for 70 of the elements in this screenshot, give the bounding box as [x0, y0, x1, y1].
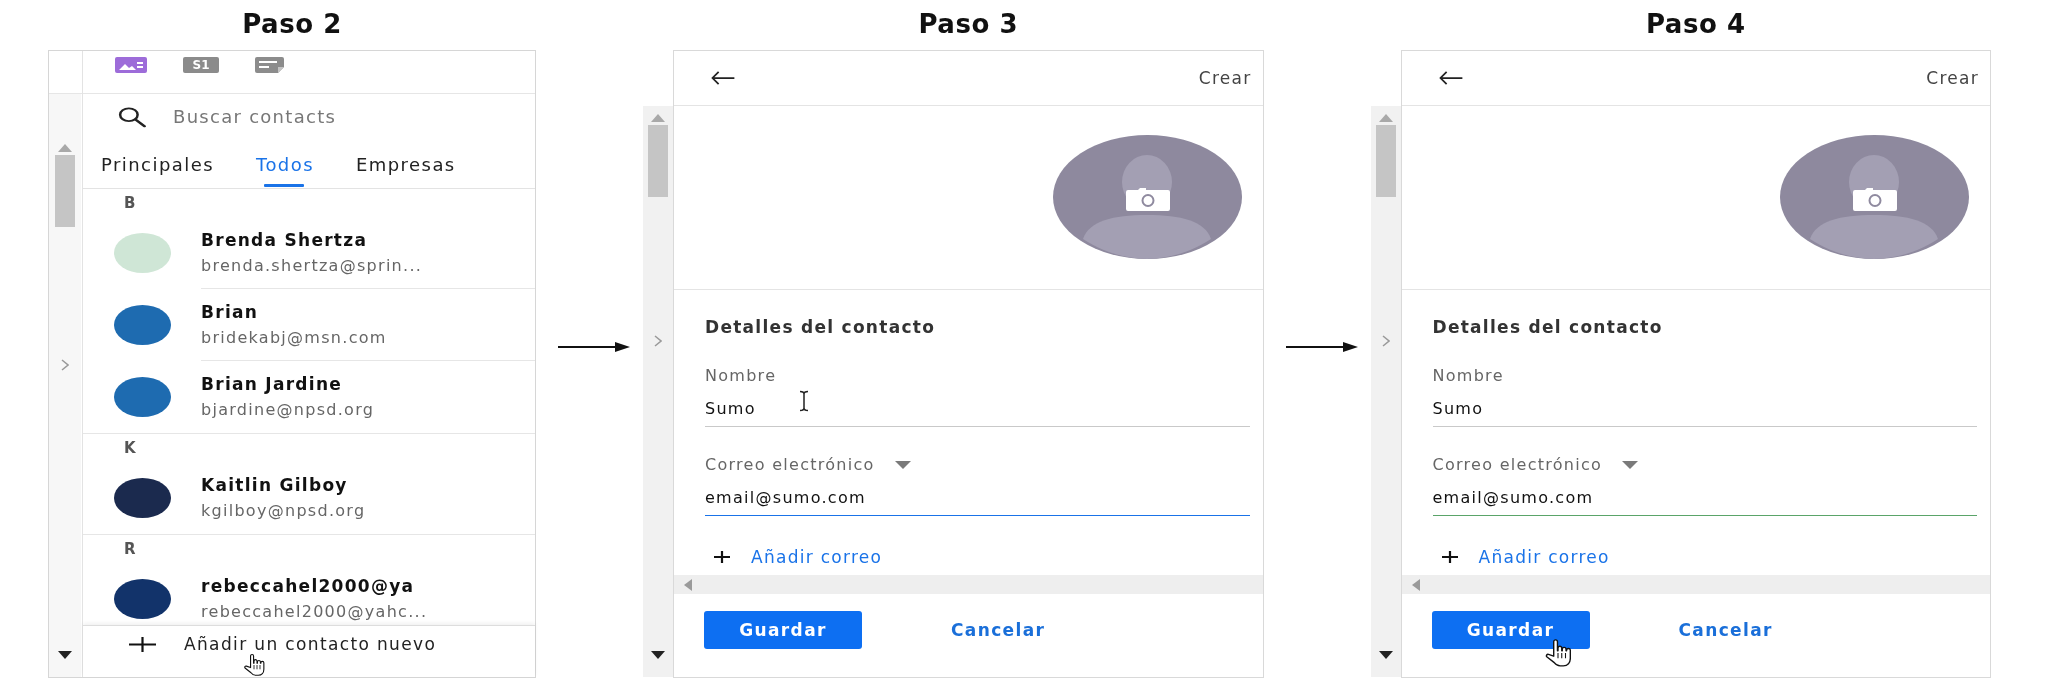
contact-name[interactable]: Kaitlin Gilboy	[201, 474, 348, 496]
primary-button[interactable]: Guardar	[704, 611, 862, 649]
contact-name[interactable]: Brian	[201, 300, 259, 323]
text-field[interactable]: Sumo	[705, 390, 1250, 427]
scroll-up-icon[interactable]	[651, 114, 665, 122]
horizontal-scrollbar[interactable]	[1401, 575, 1990, 594]
header-title: Crear	[1198, 68, 1252, 88]
contact-email: bridekabj@msn.com	[201, 326, 387, 349]
field-label: Nombre	[705, 366, 777, 386]
right-arrow-icon	[558, 341, 630, 353]
tab[interactable]: Principales	[91, 139, 224, 188]
contact-name[interactable]: Brian Jardine	[201, 373, 343, 395]
contact-name[interactable]: rebeccahel2000@ya	[201, 575, 415, 597]
scrollbar-thumb[interactable]	[1375, 125, 1396, 197]
right-arrow-icon	[1285, 341, 1358, 353]
scroll-down-icon[interactable]	[651, 651, 665, 659]
step-title: Paso 3	[918, 9, 1018, 41]
scroll-up-icon[interactable]	[1378, 114, 1393, 122]
text-field[interactable]: Sumo	[1432, 390, 1977, 427]
chevron-right-icon[interactable]	[61, 359, 69, 371]
tab[interactable]: Empresas	[345, 139, 466, 188]
step-title: Paso 2	[242, 9, 342, 41]
image-card-icon[interactable]	[115, 57, 147, 73]
scroll-left-icon[interactable]	[684, 578, 692, 591]
section-heading: Detalles del contacto	[705, 317, 936, 337]
primary-button[interactable]: Guardar	[1431, 611, 1590, 649]
field-label: Correo electrónico	[1432, 455, 1603, 475]
scrollbar-thumb[interactable]	[55, 155, 75, 227]
arrow-left-icon[interactable]	[1437, 71, 1464, 85]
plus-icon[interactable]	[1441, 551, 1458, 563]
tab[interactable]: Todos	[246, 139, 324, 188]
scroll-left-icon[interactable]	[1411, 578, 1420, 591]
chevron-right-icon[interactable]	[1381, 335, 1390, 347]
caret-down-icon[interactable]	[1622, 461, 1639, 469]
add-contact-button[interactable]: Añadir un contacto nuevo	[83, 626, 535, 677]
plus-icon	[129, 637, 156, 652]
field-label: Nombre	[1432, 366, 1504, 386]
chevron-right-icon[interactable]	[654, 335, 662, 347]
caret-down-icon[interactable]	[894, 461, 911, 469]
avatar-placeholder[interactable]	[1052, 135, 1242, 259]
horizontal-scrollbar[interactable]	[674, 575, 1263, 594]
text-button[interactable]: Cancelar	[1678, 611, 1773, 649]
scroll-up-icon[interactable]	[58, 144, 72, 152]
section-letter: R	[124, 540, 137, 558]
email-field[interactable]: email@sumo.com	[1432, 479, 1977, 516]
camera-icon	[1853, 187, 1897, 211]
scroll-down-icon[interactable]	[1378, 651, 1393, 659]
section-heading: Detalles del contacto	[1432, 317, 1663, 337]
contact-email: brenda.shertza@sprin...	[201, 254, 423, 277]
section-letter: B	[124, 194, 137, 212]
add-email-link[interactable]: Añadir correo	[751, 546, 883, 568]
contact-email: kgilboy@npsd.org	[201, 500, 366, 522]
contact-name[interactable]: Brenda Shertza	[201, 228, 368, 251]
scroll-down-icon[interactable]	[58, 651, 72, 659]
field-label: Correo electrónico	[705, 455, 875, 475]
avatar-placeholder[interactable]	[1780, 135, 1969, 259]
search-icon	[117, 105, 147, 128]
search-field[interactable]: Buscar contacts	[83, 94, 535, 139]
email-field[interactable]: email@sumo.com	[705, 479, 1250, 516]
contact-email: bjardine@npsd.org	[201, 399, 375, 421]
section-letter: K	[124, 439, 137, 457]
add-email-link[interactable]: Añadir correo	[1478, 546, 1610, 568]
step-title: Paso 4	[1646, 9, 1746, 41]
plus-icon[interactable]	[714, 551, 730, 563]
scrollbar-thumb[interactable]	[648, 125, 668, 197]
header-title: Crear	[1926, 68, 1979, 88]
contact-email: rebeccahel2000@yahc...	[201, 601, 428, 623]
text-button[interactable]: Cancelar	[951, 611, 1046, 649]
note-icon[interactable]	[255, 57, 284, 73]
arrow-left-icon[interactable]	[710, 71, 736, 85]
